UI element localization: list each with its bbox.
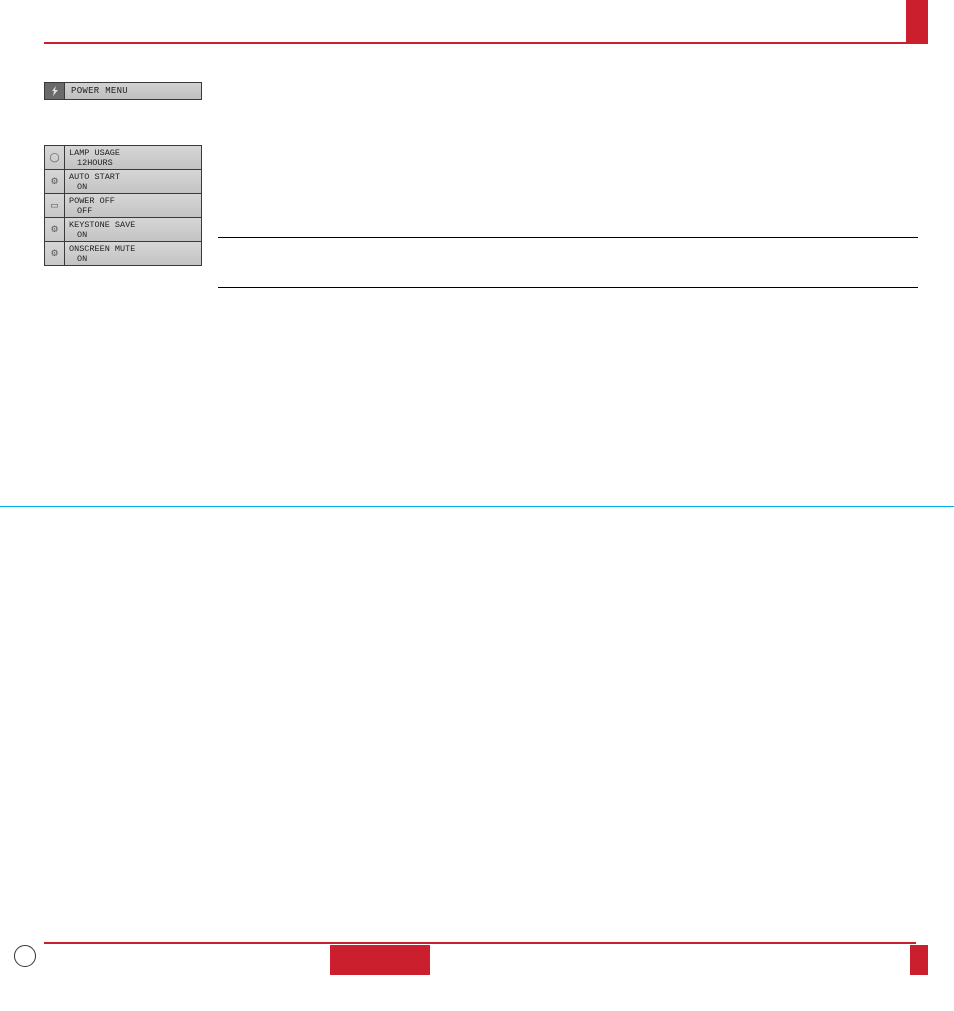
lamp-icon: ◯ (45, 146, 65, 169)
menu-item-power-off: ▭ POWER OFF OFF (45, 194, 201, 218)
onscreen-mute-icon: ⚙ (45, 242, 65, 265)
top-red-rule (44, 42, 916, 44)
menu-item-label: AUTO START ON (65, 170, 201, 193)
top-right-red-block (906, 0, 928, 44)
power-menu-header: POWER MENU (44, 82, 202, 100)
rule-line-b (218, 287, 918, 288)
keystone-icon: ⚙ (45, 218, 65, 241)
power-menu-items: ◯ LAMP USAGE 12HOURS ⚙ AUTO START ON ▭ P… (44, 145, 202, 266)
menu-item-lamp-usage: ◯ LAMP USAGE 12HOURS (45, 146, 201, 170)
menu-item-keystone-save: ⚙ KEYSTONE SAVE ON (45, 218, 201, 242)
menu-item-onscreen-mute: ⚙ ONSCREEN MUTE ON (45, 242, 201, 265)
power-bolt-icon (45, 83, 65, 99)
menu-item-label: LAMP USAGE 12HOURS (65, 146, 201, 169)
page-number-circle (14, 945, 36, 967)
bottom-right-red-block (910, 945, 928, 975)
bottom-center-red-block (330, 945, 430, 975)
cyan-divider (0, 506, 954, 507)
menu-item-label: ONSCREEN MUTE ON (65, 242, 201, 265)
menu-item-auto-start: ⚙ AUTO START ON (45, 170, 201, 194)
bottom-red-rule (44, 942, 916, 944)
rule-line-a (218, 237, 918, 238)
menu-item-label: KEYSTONE SAVE ON (65, 218, 201, 241)
menu-item-label: POWER OFF OFF (65, 194, 201, 217)
power-menu-label: POWER MENU (65, 83, 201, 99)
power-off-icon: ▭ (45, 194, 65, 217)
auto-start-icon: ⚙ (45, 170, 65, 193)
